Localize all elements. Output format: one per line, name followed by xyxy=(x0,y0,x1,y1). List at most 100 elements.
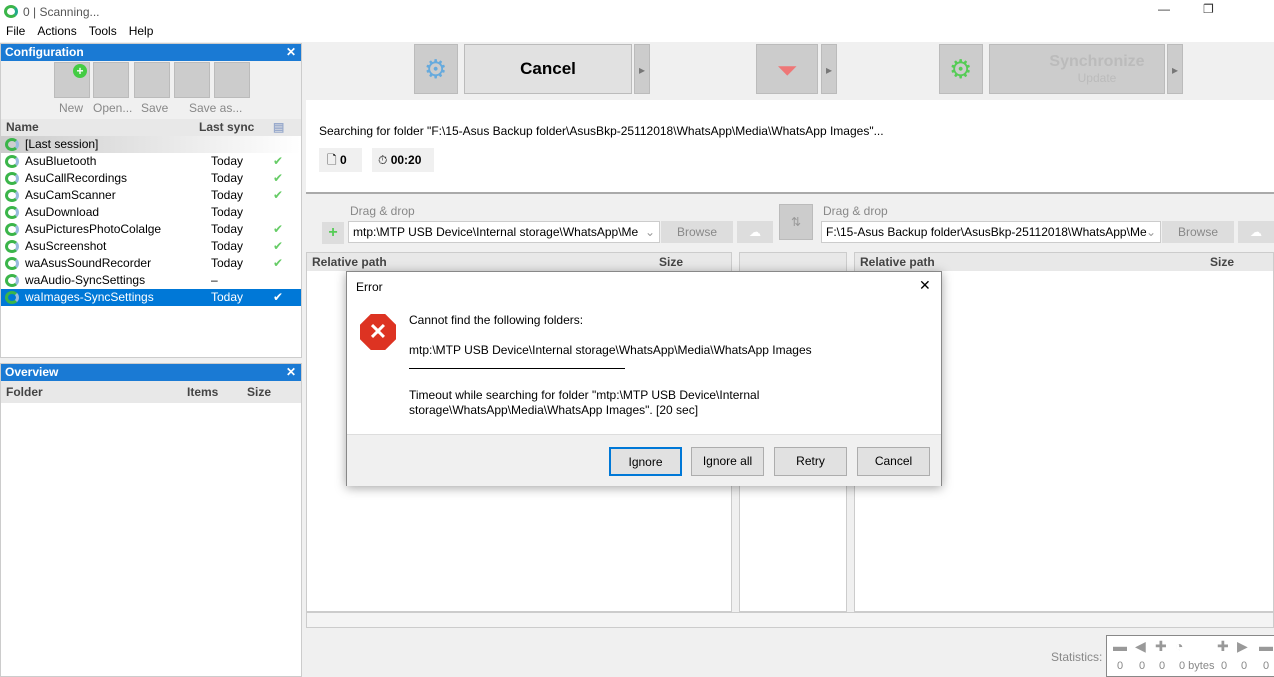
config-list-item[interactable]: waAsusSoundRecorder Today ✔ xyxy=(1,255,301,272)
compare-dropdown-arrow[interactable]: ▸ xyxy=(634,44,650,94)
ignore-button[interactable]: Ignore xyxy=(609,447,682,476)
copy-left-icon: ◀ xyxy=(1135,638,1146,654)
maximize-button[interactable]: ❐ xyxy=(1203,2,1214,16)
swap-sides-button[interactable]: ⇅ xyxy=(779,204,813,240)
statistic-value: 0 xyxy=(1159,660,1166,672)
delete-left-icon: ▬ xyxy=(1113,638,1127,654)
config-last-sync: Today xyxy=(211,239,244,253)
add-folder-pair-button[interactable]: + xyxy=(322,222,344,244)
column-items[interactable]: Items xyxy=(187,381,218,403)
status-message: Searching for folder "F:\15-Asus Backup … xyxy=(319,124,884,138)
menu-actions[interactable]: Actions xyxy=(37,24,76,38)
menu-tools[interactable]: Tools xyxy=(89,24,117,38)
app-icon xyxy=(4,5,18,18)
save-as-label: Save as... xyxy=(189,101,243,115)
data-icon: ◔ xyxy=(1175,638,1184,654)
config-last-sync: Today xyxy=(211,205,244,219)
synchronize-button[interactable]: Synchronize Update xyxy=(989,44,1165,94)
config-last-sync: Today xyxy=(211,171,244,185)
config-name: AsuCamScanner xyxy=(25,188,116,202)
configuration-panel: Configuration ✕ + New Open... Save Save a… xyxy=(0,43,302,358)
error-icon: ✕ xyxy=(360,314,396,350)
check-icon: ✔ xyxy=(273,188,284,202)
filter-button[interactable]: ⏷ xyxy=(756,44,818,94)
column-size[interactable]: Size xyxy=(659,253,683,271)
cancel-button[interactable]: Cancel xyxy=(464,44,632,94)
minimize-button[interactable]: — xyxy=(1158,2,1170,16)
open-config-button[interactable] xyxy=(93,62,129,98)
dialog-close-button[interactable]: ✕ xyxy=(919,277,931,294)
config-name: AsuBluetooth xyxy=(25,154,97,168)
left-browse-button[interactable]: Browse xyxy=(661,221,733,243)
config-list-item[interactable]: AsuDownload Today xyxy=(1,204,301,221)
save-as-batch-button[interactable] xyxy=(174,62,210,98)
config-list-item[interactable]: waImages-SyncSettings Today ✔ xyxy=(1,289,301,306)
items-counter: 🗋 0 xyxy=(319,148,362,172)
sync-settings-button[interactable]: ⚙ xyxy=(939,44,983,94)
check-icon: ✔ xyxy=(273,290,284,304)
dialog-button-bar: Ignore Ignore all Retry Cancel xyxy=(347,434,941,486)
right-folder-input[interactable]: F:\15-Asus Backup folder\AsusBkp-2511201… xyxy=(821,221,1161,243)
right-browse-button[interactable]: Browse xyxy=(1162,221,1234,243)
column-size[interactable]: Size xyxy=(1210,253,1234,271)
open-label: Open... xyxy=(93,101,133,115)
elapsed-timer: ⏱ 00:20 xyxy=(372,148,434,172)
config-last-sync: Today xyxy=(211,290,244,304)
right-drag-hint: Drag & drop xyxy=(823,204,888,218)
left-grid-header: Relative path Size xyxy=(307,253,731,271)
ignore-all-button[interactable]: Ignore all xyxy=(691,447,764,476)
elapsed-time: 00:20 xyxy=(390,153,422,167)
right-cloud-button[interactable]: ☁ xyxy=(1238,221,1274,243)
compare-settings-button[interactable]: ⚙ xyxy=(414,44,458,94)
sync-config-icon xyxy=(5,138,19,151)
config-list-item[interactable]: [Last session] xyxy=(1,136,301,153)
save-as-script-button[interactable] xyxy=(214,62,250,98)
panel-title: Configuration xyxy=(5,45,84,59)
menu-file[interactable]: File xyxy=(6,24,25,38)
sync-dropdown-arrow[interactable]: ▸ xyxy=(1167,44,1183,94)
sync-config-icon xyxy=(5,240,19,253)
column-last-sync[interactable]: Last sync xyxy=(199,119,254,136)
check-icon: ✔ xyxy=(273,222,284,236)
overview-column-header: Folder Items Size xyxy=(1,381,301,403)
sync-config-icon xyxy=(5,155,19,168)
config-name: AsuScreenshot xyxy=(25,239,107,253)
new-config-button[interactable]: + xyxy=(54,62,90,98)
overview-panel: Overview ✕ Folder Items Size xyxy=(0,363,302,677)
save-label: Save xyxy=(141,101,169,115)
statistic-value: 0 xyxy=(1139,660,1146,672)
menu-help[interactable]: Help xyxy=(129,24,154,38)
config-list-item[interactable]: AsuScreenshot Today ✔ xyxy=(1,238,301,255)
column-size[interactable]: Size xyxy=(247,381,271,403)
left-folder-input[interactable]: mtp:\MTP USB Device\Internal storage\Wha… xyxy=(348,221,660,243)
statistics-bar: Statistics: ▬ 0 ◀ 0 ✚ 0 ◔ 0 bytes ✚ 0 ▶ 0 ▬ 0 xyxy=(306,632,1274,677)
left-cloud-button[interactable]: ☁ xyxy=(737,221,773,243)
dialog-heading: Cannot find the following folders: xyxy=(409,313,584,327)
list-settings-icon[interactable]: ▤ xyxy=(273,119,284,136)
filter-dropdown-arrow[interactable]: ▸ xyxy=(821,44,837,94)
column-relative-path[interactable]: Relative path xyxy=(307,255,387,269)
status-area: Searching for folder "F:\15-Asus Backup … xyxy=(306,100,1274,194)
column-relative-path[interactable]: Relative path xyxy=(855,255,935,269)
delete-right-icon: ▬ xyxy=(1259,638,1273,654)
config-name: AsuDownload xyxy=(25,205,100,219)
column-folder[interactable]: Folder xyxy=(1,385,43,399)
close-icon[interactable]: ✕ xyxy=(286,364,296,381)
missing-folder-path: mtp:\MTP USB Device\Internal storage\Wha… xyxy=(409,343,812,357)
retry-button[interactable]: Retry xyxy=(774,447,847,476)
config-list-item[interactable]: AsuBluetooth Today ✔ xyxy=(1,153,301,170)
left-folder-path: mtp:\MTP USB Device\Internal storage\Wha… xyxy=(353,225,639,239)
save-config-button[interactable] xyxy=(134,62,170,98)
sync-config-icon xyxy=(5,291,19,304)
sync-config-icon xyxy=(5,223,19,236)
config-list-item[interactable]: AsuPicturesPhotoColalge Today ✔ xyxy=(1,221,301,238)
dialog-cancel-button[interactable]: Cancel xyxy=(857,447,930,476)
config-list-item[interactable]: waAudio-SyncSettings – xyxy=(1,272,301,289)
check-icon: ✔ xyxy=(273,239,284,253)
config-list-item[interactable]: AsuCamScanner Today ✔ xyxy=(1,187,301,204)
check-icon: ✔ xyxy=(273,154,284,168)
config-list-item[interactable]: AsuCallRecordings Today ✔ xyxy=(1,170,301,187)
close-icon[interactable]: ✕ xyxy=(286,44,296,61)
config-last-sync: Today xyxy=(211,154,244,168)
column-name[interactable]: Name xyxy=(1,120,39,134)
